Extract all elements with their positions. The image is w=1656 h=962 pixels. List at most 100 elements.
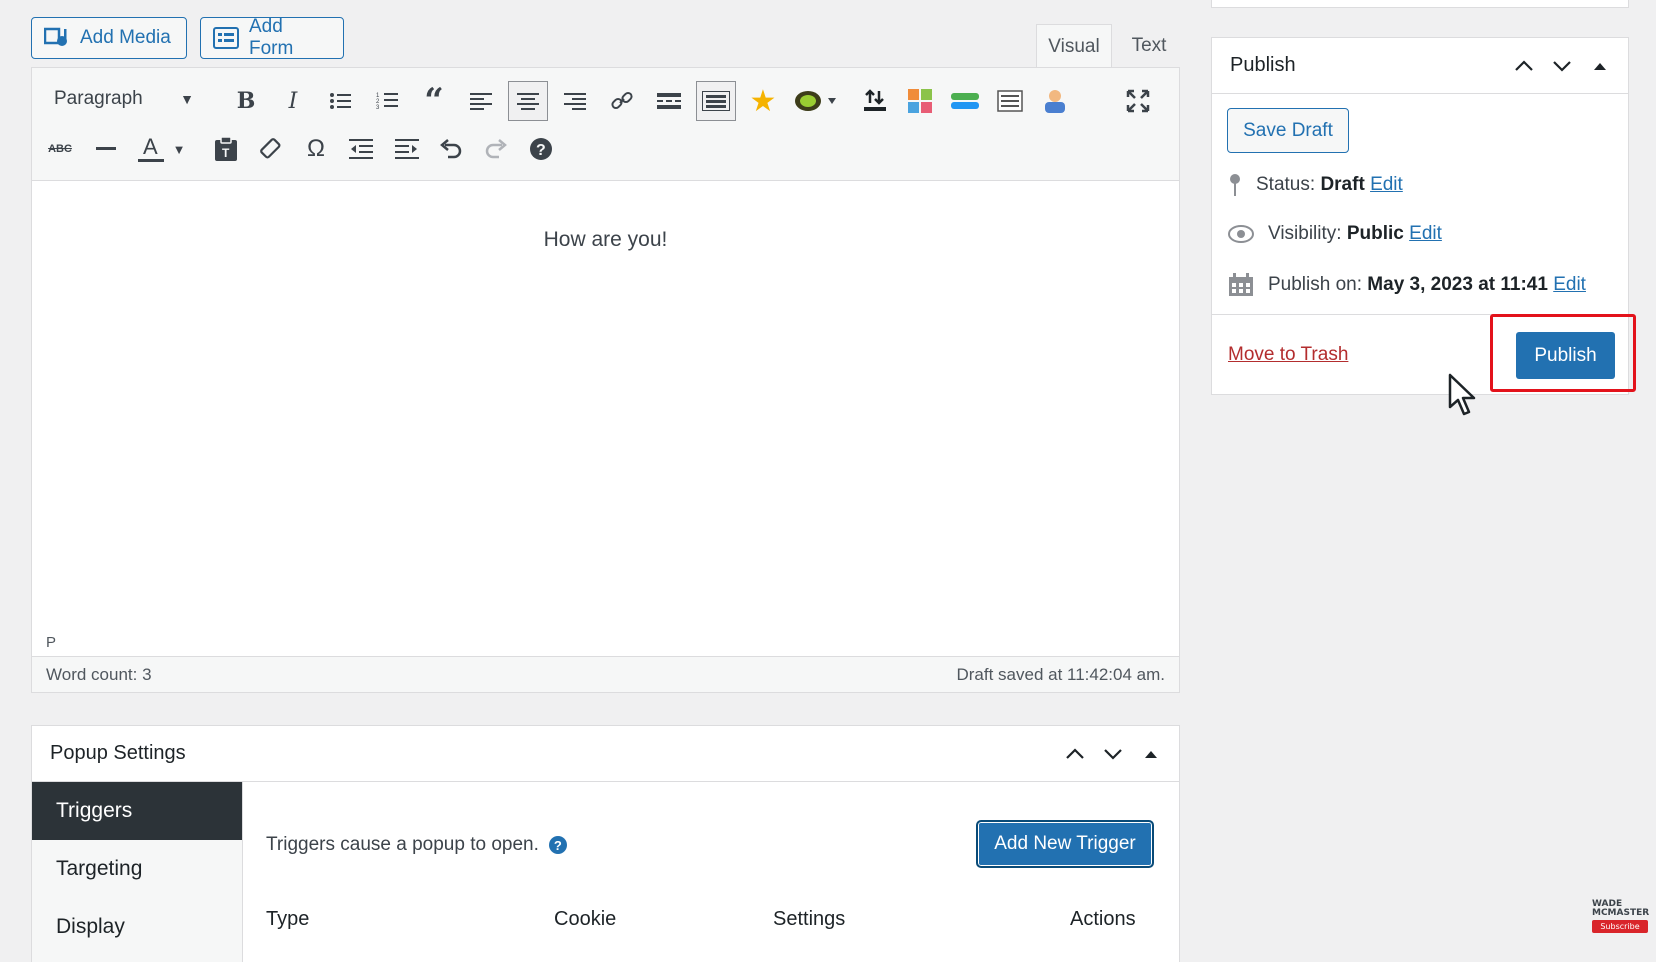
help-icon[interactable]: ? (521, 129, 561, 169)
tab-triggers[interactable]: Triggers (32, 782, 242, 840)
column-settings[interactable]: Settings (773, 908, 845, 931)
table-icon[interactable] (990, 81, 1030, 121)
add-form-button[interactable]: Add Form (200, 16, 344, 59)
move-to-trash-link[interactable]: Move to Trash (1228, 344, 1348, 366)
svg-text:3: 3 (376, 105, 380, 111)
outdent-icon[interactable] (341, 129, 381, 169)
toolbar-toggle-icon[interactable] (696, 81, 736, 121)
clear-formatting-icon[interactable] (251, 129, 291, 169)
draft-saved-status: Draft saved at 11:42:04 am. (956, 664, 1165, 684)
tab-visual[interactable]: Visual (1036, 24, 1112, 68)
bold-icon[interactable]: B (226, 81, 266, 121)
star-icon[interactable]: ★ (743, 81, 783, 121)
italic-icon[interactable]: I (273, 81, 313, 121)
tab-text[interactable]: Text (1118, 24, 1180, 68)
special-character-icon[interactable]: Ω (296, 129, 336, 169)
pin-icon (1230, 174, 1240, 196)
fullscreen-icon[interactable] (1118, 81, 1158, 121)
publish-on-row: Publish on: May 3, 2023 at 11:41 Edit (1228, 273, 1586, 297)
blocks-icon[interactable] (900, 81, 940, 121)
redo-icon[interactable] (476, 129, 516, 169)
strikethrough-icon[interactable]: ABC (40, 129, 80, 169)
format-select-value: Paragraph (54, 88, 143, 109)
plugin-icon[interactable] (788, 81, 844, 121)
calendar-icon (1229, 273, 1253, 296)
previous-panel-edge (1211, 0, 1629, 8)
collapse-toggle-icon[interactable] (1139, 742, 1163, 766)
word-count: Word count: 3 (46, 664, 152, 684)
popup-settings-panel: Popup Settings Triggers Targeting Displa… (31, 725, 1180, 962)
caret-down-icon: ▼ (180, 91, 194, 107)
channel-watermark: WADE MCMASTER Subscribe (1592, 899, 1650, 933)
tab-display[interactable]: Display (32, 898, 242, 956)
column-cookie[interactable]: Cookie (554, 908, 616, 931)
publish-on-value: May 3, 2023 at 11:41 (1367, 274, 1548, 295)
publish-highlight-box (1490, 314, 1636, 392)
column-type[interactable]: Type (266, 908, 309, 931)
status-row: Status: Draft Edit (1228, 173, 1403, 197)
paste-text-icon[interactable]: T (206, 129, 246, 169)
user-icon[interactable] (1035, 81, 1075, 121)
save-draft-button[interactable]: Save Draft (1227, 108, 1349, 153)
add-media-label: Add Media (80, 27, 171, 48)
editor-content-text[interactable]: How are you! (32, 228, 1179, 252)
popup-settings-title: Popup Settings (50, 742, 186, 764)
save-draft-label: Save Draft (1243, 119, 1333, 141)
publish-on-label: Publish on: (1268, 274, 1363, 295)
content-editor: Paragraph ▼ B I 123 “ ★ ABC A ▼ T Ω ? Ho… (31, 67, 1180, 693)
horizontal-line-icon[interactable] (86, 129, 126, 169)
move-down-icon[interactable] (1101, 742, 1125, 766)
collapse-toggle-icon[interactable] (1588, 54, 1612, 78)
media-icon (44, 27, 67, 46)
move-down-icon[interactable] (1550, 54, 1574, 78)
numbered-list-icon[interactable]: 123 (367, 81, 407, 121)
add-form-label: Add Form (249, 16, 294, 59)
svg-text:?: ? (536, 142, 546, 159)
align-right-icon[interactable] (555, 81, 595, 121)
element-path[interactable]: P (46, 634, 56, 651)
move-up-icon[interactable] (1063, 742, 1087, 766)
blockquote-icon[interactable]: “ (414, 81, 454, 121)
undo-icon[interactable] (431, 129, 471, 169)
read-more-icon[interactable] (649, 81, 689, 121)
publish-on-edit-link[interactable]: Edit (1553, 274, 1586, 295)
svg-text:T: T (222, 146, 230, 160)
visibility-label: Visibility: (1268, 223, 1342, 244)
status-label: Status: (1256, 174, 1316, 195)
column-actions[interactable]: Actions (1070, 908, 1136, 931)
publish-panel-title: Publish (1230, 54, 1296, 76)
status-edit-link[interactable]: Edit (1370, 174, 1403, 195)
visibility-row: Visibility: Public Edit (1228, 223, 1442, 245)
status-value: Draft (1320, 174, 1365, 195)
watermark-text: WADE MCMASTER (1592, 899, 1650, 918)
text-color-caret-icon[interactable]: ▼ (164, 129, 194, 169)
help-icon[interactable]: ? (548, 836, 567, 854)
tab-targeting[interactable]: Targeting (32, 840, 242, 898)
add-media-button[interactable]: Add Media (31, 17, 187, 59)
upload-icon[interactable] (855, 81, 895, 121)
visibility-value: Public (1346, 223, 1404, 244)
form-icon (213, 27, 239, 49)
editor-toolbar: Paragraph ▼ B I 123 “ ★ ABC A ▼ T Ω ? (32, 68, 1179, 181)
mouse-cursor-icon (1448, 373, 1478, 422)
triggers-description: Triggers cause a popup to open. ? (266, 834, 567, 856)
subscribe-badge[interactable]: Subscribe (1592, 920, 1648, 933)
popup-settings-tabs: Triggers Targeting Display (32, 782, 243, 962)
move-up-icon[interactable] (1512, 54, 1536, 78)
align-center-icon[interactable] (508, 81, 548, 121)
add-new-trigger-button[interactable]: Add New Trigger (976, 820, 1154, 868)
publish-panel-header: Publish (1212, 38, 1628, 94)
triggers-description-text: Triggers cause a popup to open. (266, 834, 539, 855)
tab-visual-label: Visual (1048, 35, 1100, 57)
align-left-icon[interactable] (461, 81, 501, 121)
bullet-list-icon[interactable] (320, 81, 360, 121)
eye-icon (1228, 225, 1254, 243)
tab-text-label: Text (1131, 35, 1167, 56)
svg-text:A: A (143, 134, 158, 159)
indent-icon[interactable] (387, 129, 427, 169)
visibility-edit-link[interactable]: Edit (1409, 223, 1442, 244)
link-icon[interactable] (602, 81, 642, 121)
format-select[interactable]: Paragraph ▼ (42, 81, 202, 117)
button-shortcode-icon[interactable] (945, 81, 985, 121)
editor-status-bar: Word count: 3 Draft saved at 11:42:04 am… (32, 656, 1179, 692)
